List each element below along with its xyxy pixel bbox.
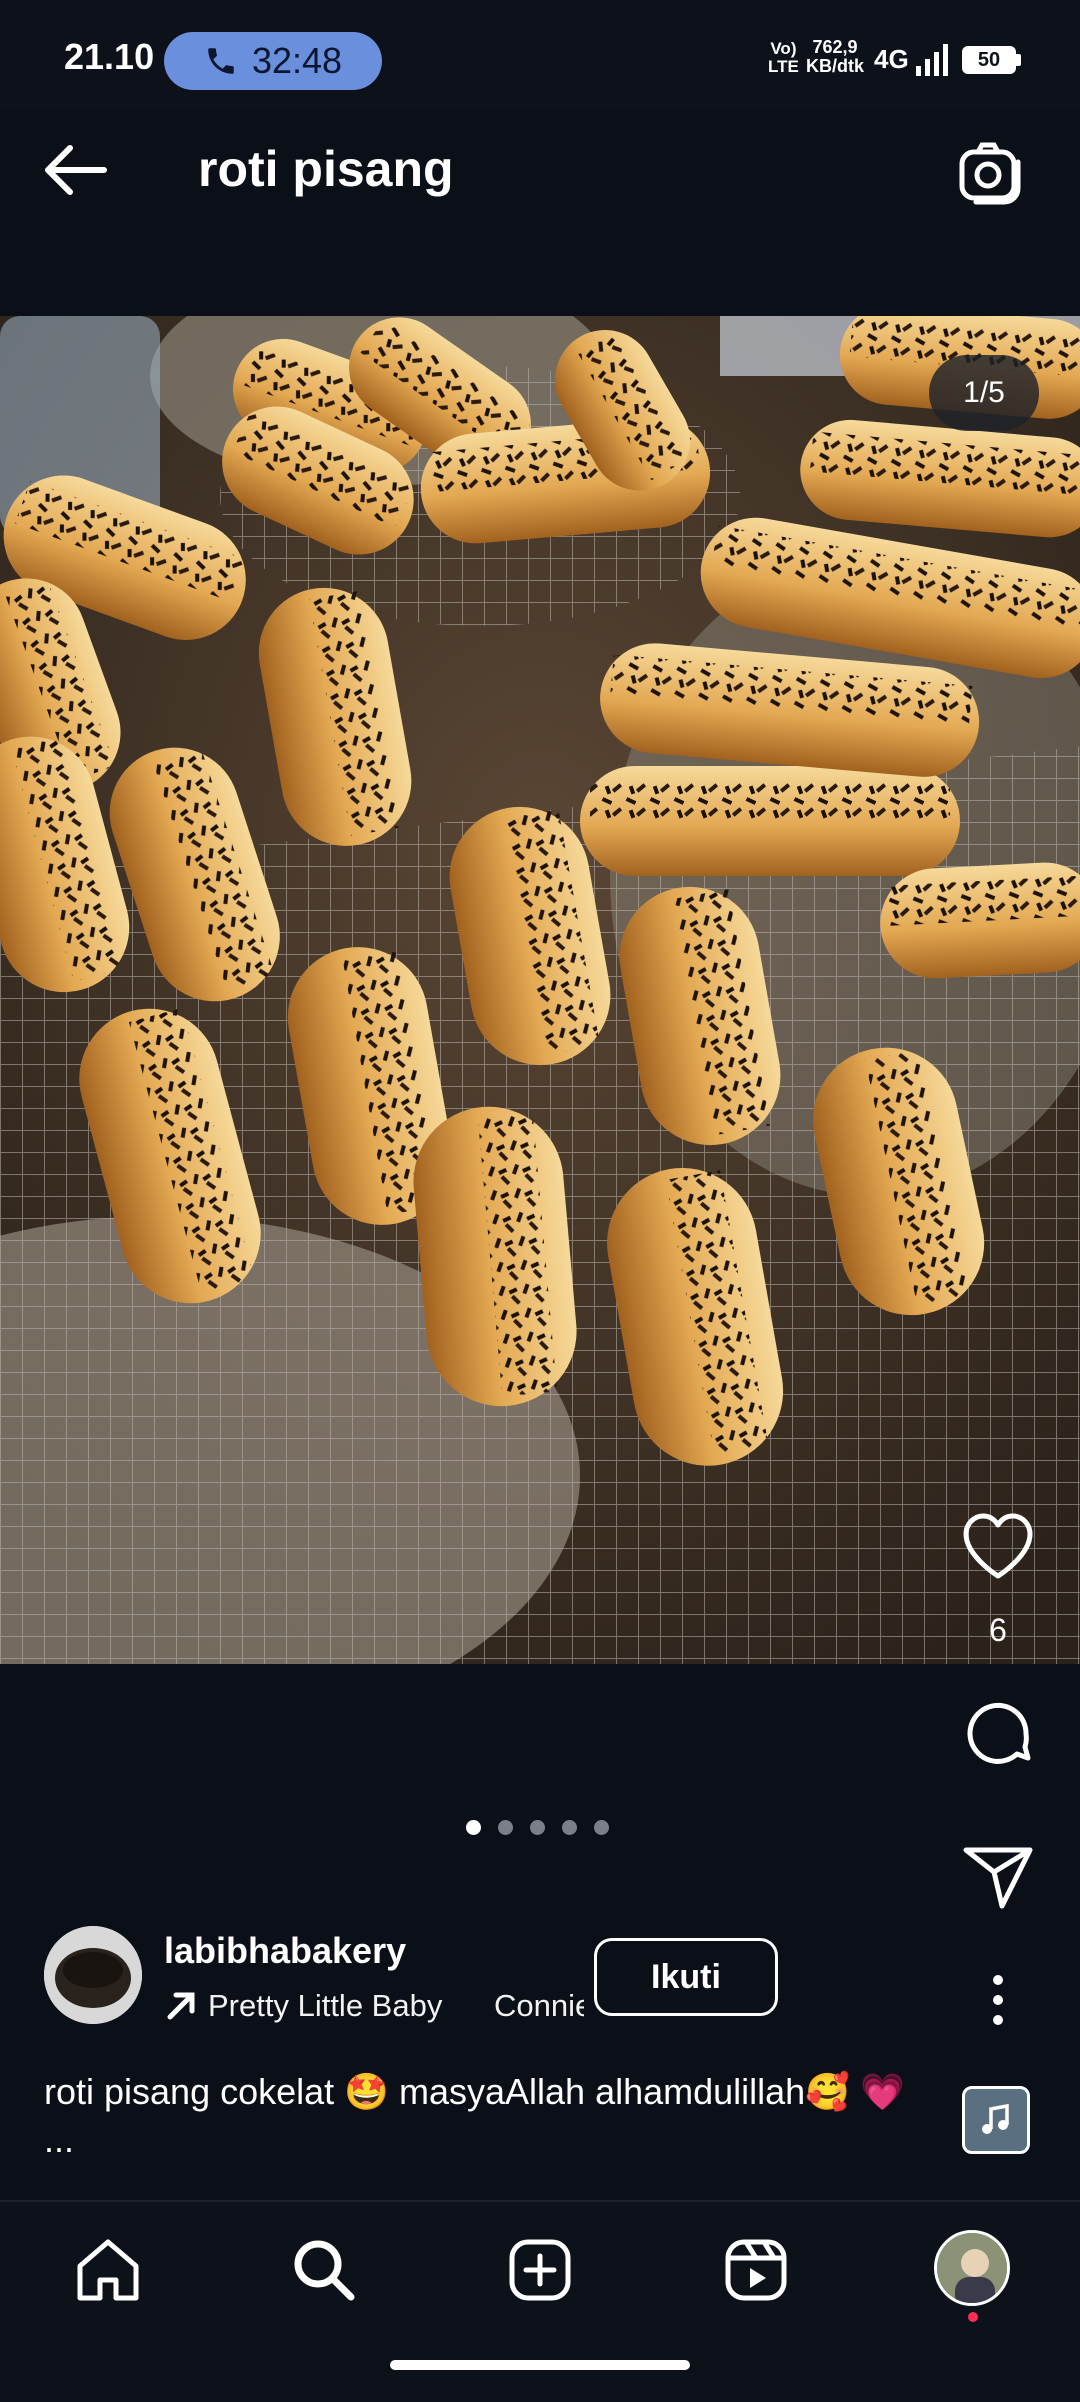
back-arrow-icon[interactable] — [40, 140, 112, 200]
create-post-icon[interactable] — [504, 2234, 576, 2306]
more-options-icon[interactable] — [978, 1970, 1018, 2030]
image-counter: 1/5 — [929, 355, 1039, 431]
audio-thumbnail[interactable] — [962, 2086, 1030, 2154]
like-count[interactable]: 6 — [958, 1612, 1038, 1649]
audio-info[interactable]: Pretty Little Baby Connie Francis — [164, 1988, 584, 2024]
username[interactable]: labibhabakery — [164, 1930, 406, 1972]
phone-icon — [208, 48, 234, 74]
profile-avatar[interactable] — [934, 2230, 1010, 2306]
song-title: Pretty Little Baby — [208, 1988, 443, 2023]
home-icon[interactable] — [72, 2234, 144, 2306]
carousel-dot — [466, 1820, 481, 1835]
ongoing-call-pill[interactable]: 32:48 — [164, 32, 382, 90]
comment-icon[interactable] — [958, 1694, 1038, 1774]
follow-button[interactable]: Ikuti — [594, 1938, 778, 2016]
network-speed: 762,9 KB/dtk — [806, 37, 864, 76]
camera-icon[interactable] — [958, 140, 1024, 206]
search-icon[interactable] — [288, 2234, 360, 2306]
volte-indicator: Vo) LTE — [768, 39, 799, 76]
post-photo[interactable] — [0, 316, 1080, 1664]
battery-tip — [1016, 54, 1021, 66]
battery-icon: 50 — [962, 46, 1016, 74]
gesture-home-bar[interactable] — [390, 2360, 690, 2370]
status-time: 21.10 — [64, 36, 155, 77]
carousel-dot — [594, 1820, 609, 1835]
carousel-dot — [498, 1820, 513, 1835]
carousel-dot — [562, 1820, 577, 1835]
notification-dot — [968, 2312, 978, 2322]
user-avatar[interactable] — [44, 1926, 142, 2024]
trending-arrow-icon — [167, 1992, 195, 2020]
share-send-icon[interactable] — [958, 1836, 1038, 1916]
music-note-icon — [982, 2103, 1009, 2134]
signal-icon — [916, 44, 948, 76]
page-title: roti pisang — [198, 141, 454, 197]
carousel-dot — [530, 1820, 545, 1835]
song-artist: Connie Francis — [494, 1988, 584, 2023]
post-caption[interactable]: roti pisang cokelat 🤩 masyaAllah alhamdu… — [44, 2068, 944, 2164]
reels-icon[interactable] — [720, 2234, 792, 2306]
carousel-indicator — [466, 1820, 609, 1835]
heart-icon[interactable] — [958, 1508, 1038, 1588]
call-timer: 32:48 — [251, 40, 343, 81]
network-generation: 4G — [874, 44, 909, 74]
